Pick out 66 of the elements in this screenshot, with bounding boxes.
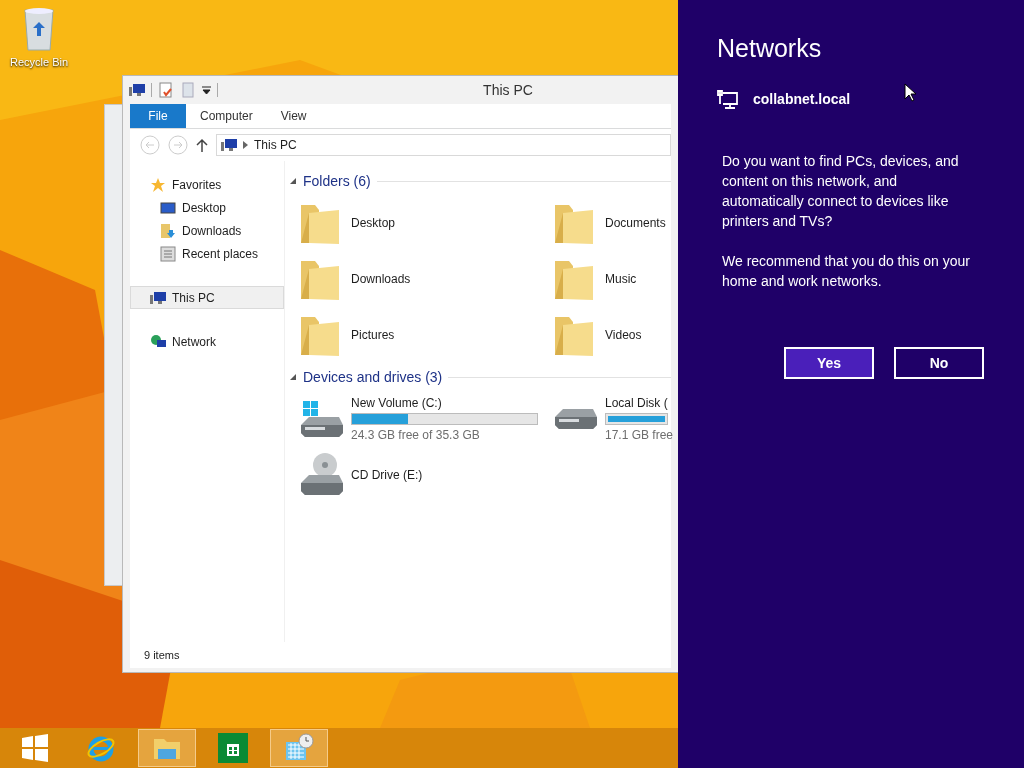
calendar-clock-icon	[284, 733, 314, 763]
folder-item[interactable]: CD Drive (E:)	[297, 447, 551, 503]
collapse-icon[interactable]	[289, 373, 297, 381]
nav-item[interactable]: Network	[130, 330, 284, 353]
new-folder-icon[interactable]	[180, 82, 196, 98]
group-title: Folders (6)	[303, 173, 371, 189]
computer-icon	[150, 289, 166, 306]
recent-places-icon	[160, 245, 176, 262]
folder-item[interactable]: Desktop	[297, 195, 551, 251]
nav-item[interactable]: Desktop	[130, 196, 284, 219]
computer-icon	[221, 137, 237, 153]
nav-item[interactable]: Recent places	[130, 242, 284, 265]
desktop-icon	[160, 199, 176, 216]
store-icon	[218, 733, 248, 763]
folder-item[interactable]: Videos	[551, 307, 671, 363]
downloads-icon	[160, 222, 176, 239]
up-arrow-icon[interactable]	[196, 138, 208, 152]
folder-item[interactable]: Documents	[551, 195, 671, 251]
item-label: Downloads	[351, 272, 411, 286]
folder-item[interactable]: Pictures	[297, 307, 551, 363]
cursor-icon	[904, 83, 916, 102]
choice-button[interactable]: Yes	[784, 347, 874, 379]
network-name: collabnet.local	[753, 91, 851, 107]
folder-item[interactable]: Downloads	[297, 251, 551, 307]
window-title: This PC	[482, 82, 534, 98]
collapse-icon[interactable]	[289, 177, 297, 185]
item-label: Videos	[605, 328, 642, 342]
address-bar[interactable]: This PC	[216, 134, 671, 156]
nav-item[interactable]: Favorites	[130, 173, 284, 196]
star-icon	[150, 176, 166, 193]
windows-logo-icon	[20, 733, 50, 763]
choice-button[interactable]: No	[894, 347, 984, 379]
ribbon-tab[interactable]: Computer	[186, 104, 267, 128]
properties-icon[interactable]	[158, 82, 174, 98]
pane-title: Networks	[717, 34, 823, 63]
wired-network-icon	[717, 89, 739, 109]
chevron-icon	[243, 141, 248, 149]
nav-item[interactable]: Downloads	[130, 219, 284, 242]
item-label: Pictures	[351, 328, 395, 342]
folder-item[interactable]: Music	[551, 251, 671, 307]
ribbon-tab[interactable]: View	[266, 104, 321, 128]
group-header[interactable]: Folders (6)	[289, 171, 671, 191]
taskbar-button[interactable]	[270, 729, 328, 767]
status-text: 9 items	[144, 649, 180, 661]
recycle-bin-icon	[22, 6, 56, 54]
item-label: CD Drive (E:)	[351, 468, 423, 482]
recommendation-text: We recommend that you do this on your home and work networks.	[722, 252, 971, 291]
drive-item[interactable]: New Volume (C:) 24.3 GB free of 35.3 GB	[297, 391, 551, 447]
item-label: New Volume (C:)	[351, 396, 443, 410]
group-title: Devices and drives (3)	[303, 369, 443, 385]
item-label: Music	[605, 272, 637, 286]
item-label: Desktop	[351, 216, 396, 230]
free-space: 24.3 GB free of 35.3 GB	[351, 428, 481, 442]
back-icon[interactable]	[140, 135, 160, 155]
computer-icon	[129, 82, 145, 98]
dropdown-icon[interactable]	[202, 85, 211, 95]
forward-icon[interactable]	[168, 135, 188, 155]
prompt-text: Do you want to find PCs, devices, and content on this network, and automatically connect to devices like printers and TVs?	[722, 152, 960, 231]
free-space: 17.1 GB free	[605, 428, 674, 442]
nav-item[interactable]: This PC	[130, 286, 284, 309]
network-icon	[150, 333, 166, 350]
ribbon-tab[interactable]: File	[130, 104, 186, 128]
group-header[interactable]: Devices and drives (3)	[289, 367, 671, 387]
drive-item[interactable]: Local Disk ( 17.1 GB free	[551, 391, 671, 447]
item-label: Documents	[605, 216, 666, 230]
item-label: Local Disk (	[605, 396, 669, 410]
